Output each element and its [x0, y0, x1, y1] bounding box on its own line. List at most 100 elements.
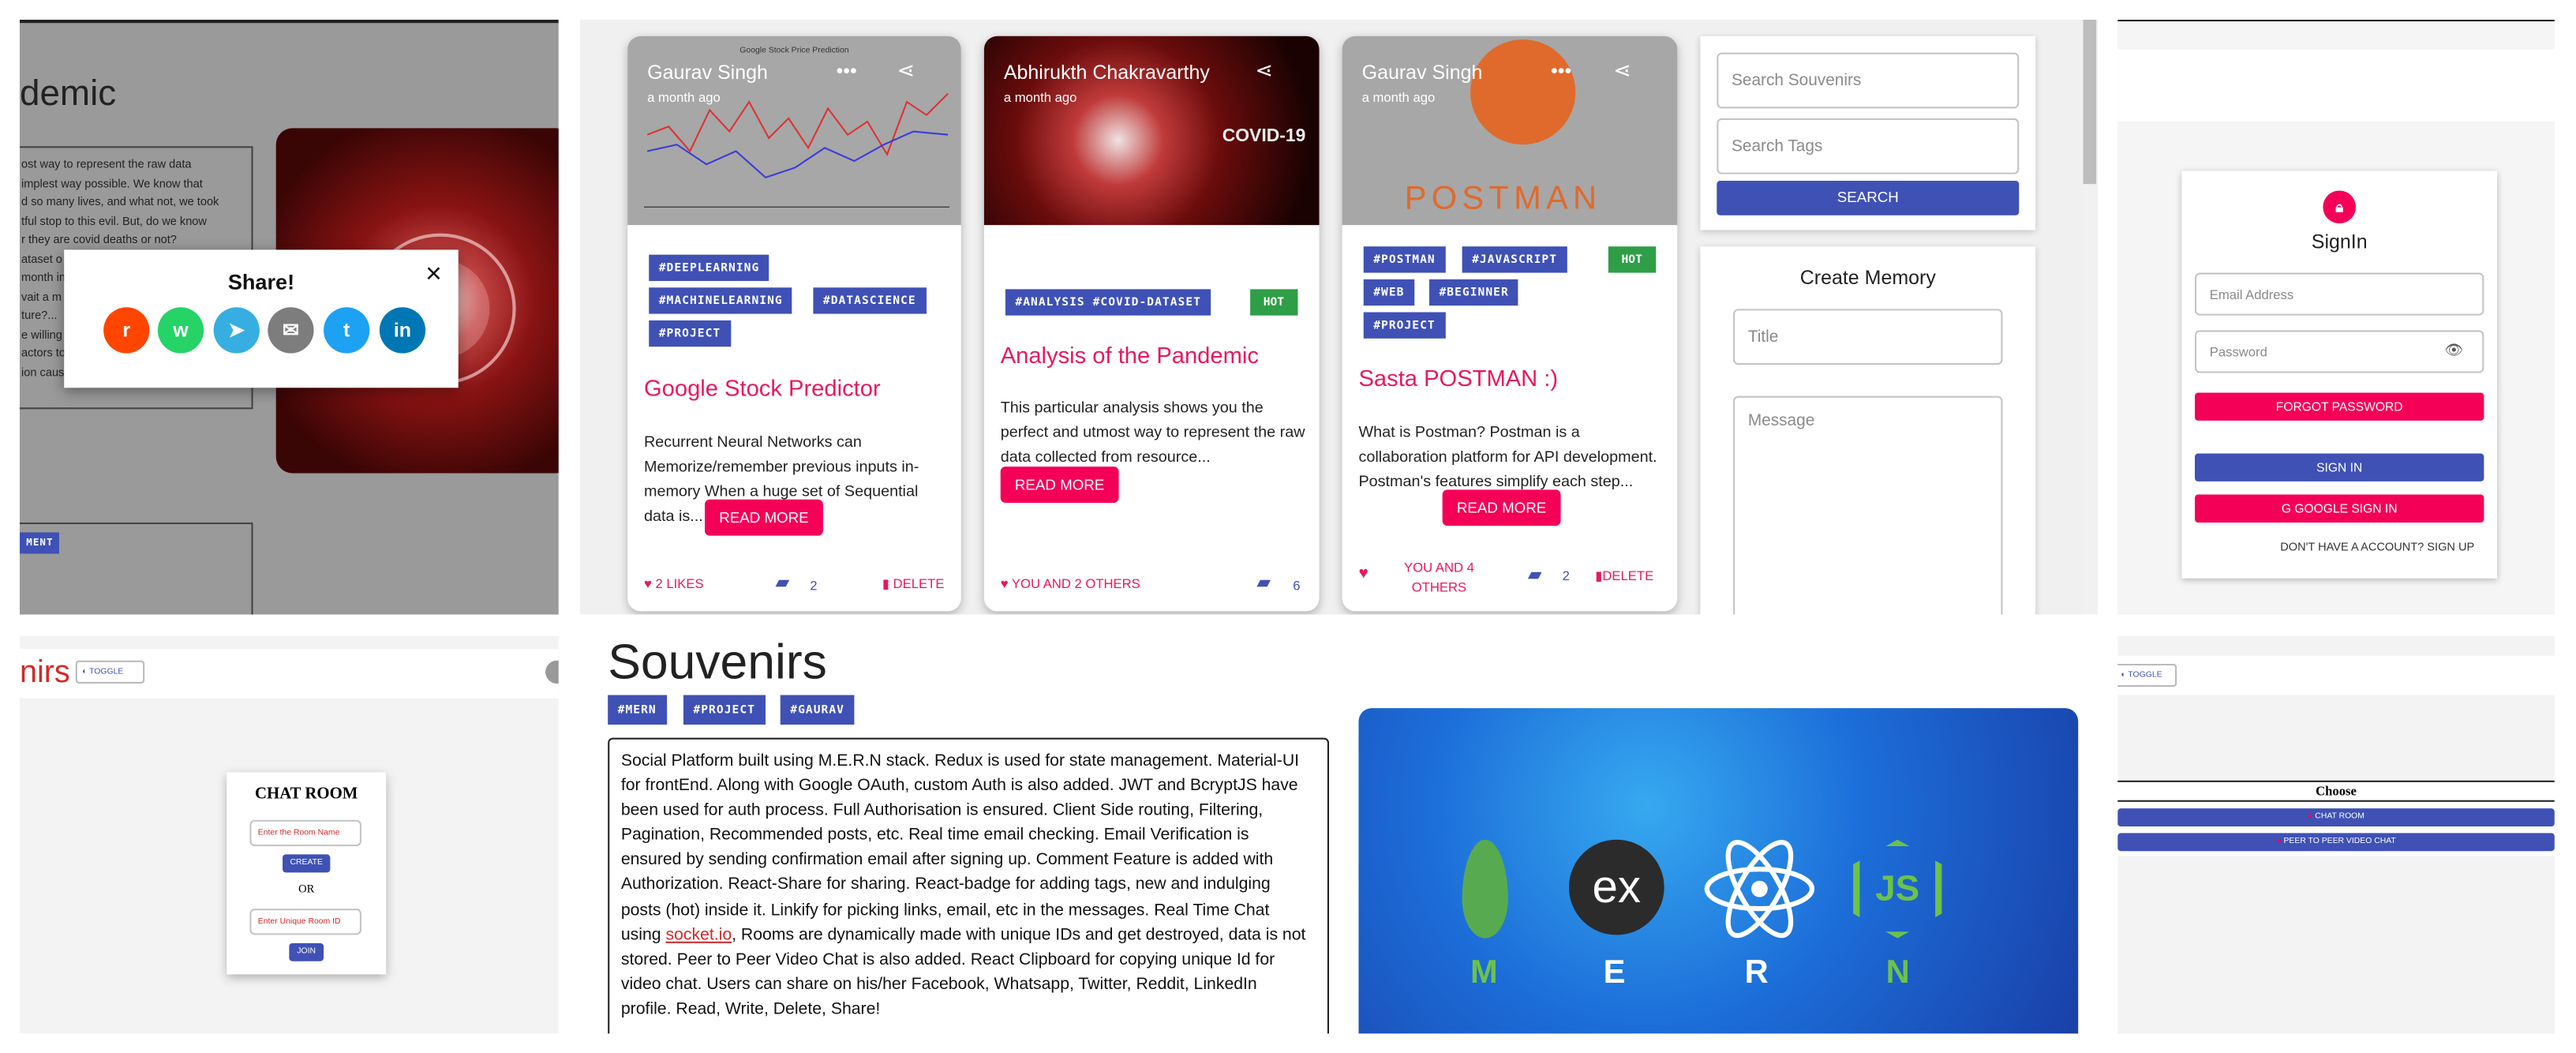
close-icon[interactable]: ×	[425, 258, 442, 291]
choose-title: Choose	[2316, 783, 2357, 799]
post-image: Google Stock Price Prediction Gaurav Sin…	[627, 36, 961, 226]
create-room-button[interactable]: CREATE	[283, 854, 331, 873]
like-count: YOU AND 4 OTHERS	[1391, 559, 1487, 598]
heart-icon[interactable]: ♥	[1358, 565, 1368, 583]
divider	[2117, 780, 2555, 782]
email-share-icon[interactable]: ✉	[268, 307, 314, 354]
signin-title: SignIn	[2311, 230, 2368, 253]
desc-text: , Rooms are dynamically made with unique…	[732, 926, 1306, 945]
forgot-password-button[interactable]: FORGOT PASSWORD	[2195, 392, 2484, 421]
text-line: d so many lives, and what not, we took	[21, 197, 219, 209]
chat-panel: nirs ◐ TOGGLE CHAT ROOM Enter the Room N…	[19, 635, 559, 1034]
share-title: Share!	[227, 269, 295, 294]
title-input[interactable]: Title	[1733, 309, 2003, 365]
signin-panel: 🔒︎ SignIn Email Address Password 👁︎ FORG…	[2117, 19, 2555, 615]
toggle-button[interactable]: ◐ TOGGLE	[2117, 663, 2177, 688]
toggle-button[interactable]: ◐ TOGGLE	[75, 660, 145, 684]
comment-count: 2	[1562, 568, 1570, 583]
twitter-share-icon[interactable]: t	[324, 307, 370, 354]
delete-label: DELETE	[1602, 568, 1654, 583]
share-icon[interactable]: ⋖	[897, 58, 915, 84]
post-title[interactable]: Analysis of the Pandemic	[1001, 342, 1259, 368]
message-input[interactable]: Message	[1733, 395, 2003, 615]
tag-chip: #MACHINELEARNING	[649, 287, 793, 314]
reddit-share-icon[interactable]: r	[103, 307, 150, 354]
post-title[interactable]: Google Stock Predictor	[644, 375, 881, 401]
chat-room-title: CHAT ROOM	[254, 785, 358, 804]
telegram-share-icon[interactable]: ➤	[213, 307, 260, 354]
more-icon[interactable]: •••	[837, 59, 857, 82]
read-more-button[interactable]: READ MORE	[705, 499, 823, 536]
comment-icon[interactable]: ▰	[1528, 564, 1542, 585]
password-field[interactable]: Password	[2195, 330, 2484, 373]
video-chat-option[interactable]: ● PEER TO PEER VIDEO CHAT	[2117, 833, 2555, 852]
post-body: What is Postman? Postman is a collaborat…	[1358, 424, 1657, 492]
post-time: a month ago	[1003, 90, 1077, 106]
more-icon[interactable]: •••	[1551, 59, 1571, 82]
post-card: POSTMAN Gaurav Singh a month ago ••• ⋖ #…	[1342, 36, 1678, 612]
search-button[interactable]: SEARCH	[1717, 180, 2020, 215]
create-memory-title: Create Memory	[1799, 266, 1936, 290]
text-line: for frontEnd. Along with Google OAuth, c…	[620, 777, 1298, 796]
hot-badge: HOT	[1250, 289, 1297, 316]
post-image: POSTMAN Gaurav Singh a month ago ••• ⋖	[1342, 36, 1678, 226]
tag-chip: #MERN	[608, 695, 667, 725]
text-line: been used for auth process. Full Authori…	[620, 802, 1264, 821]
tag-chip: #ANALYSIS #COVID-DATASET	[1005, 289, 1211, 316]
tag-chip: #GAURAV	[780, 695, 855, 725]
delete-button[interactable]: ▮ DELETE	[882, 577, 945, 592]
scrollbar[interactable]	[2083, 19, 2097, 615]
eye-icon[interactable]: 👁︎	[2444, 342, 2463, 360]
mern-letter: N	[1885, 954, 1910, 991]
linkedin-share-icon[interactable]: in	[379, 307, 426, 354]
project-description: Social Platform built using M.E.R.N stac…	[608, 737, 1330, 1034]
google-signin-button[interactable]: G GOOGLE SIGN IN	[2195, 494, 2484, 523]
comment-button[interactable]: MENT	[19, 532, 60, 554]
post-author: Gaurav Singh	[1361, 61, 1483, 84]
delete-button[interactable]: ▮DELETE	[1595, 568, 1653, 583]
tag-chip: #PROJECT	[1363, 312, 1446, 339]
choose-panel: ◐ TOGGLE Choose ● CHAT ROOM ● PEER TO PE…	[2117, 635, 2555, 1034]
read-more-button[interactable]: READ MORE	[1000, 467, 1119, 503]
mongodb-leaf-icon	[1462, 839, 1508, 939]
project-title: Souvenirs	[608, 635, 827, 691]
mern-letter: R	[1744, 954, 1769, 991]
navbar	[2117, 655, 2555, 695]
toggle-icon: ◐	[82, 667, 88, 677]
whatsapp-share-icon[interactable]: w	[157, 307, 204, 354]
room-name-input[interactable]: Enter the Room Name	[249, 819, 361, 847]
desc-text: using	[620, 926, 666, 945]
room-id-input[interactable]: Enter Unique Room ID	[249, 909, 361, 935]
read-more-button[interactable]: READ MORE	[1442, 489, 1561, 526]
search-tags-input[interactable]: Search Tags	[1717, 118, 2020, 174]
socket-io-link[interactable]: socket.io	[665, 926, 732, 944]
delete-label: DELETE	[893, 576, 945, 592]
signin-card: 🔒︎ SignIn Email Address Password 👁︎ FORG…	[2181, 171, 2498, 579]
search-souvenirs-input[interactable]: Search Souvenirs	[1717, 52, 2020, 109]
comment-icon[interactable]: ▰	[1256, 571, 1271, 593]
scrollbar-thumb[interactable]	[2083, 19, 2097, 185]
share-icon[interactable]: ⋖	[1255, 58, 1273, 84]
text-line: Social Platform built using M.E.R.N stac…	[620, 752, 1300, 771]
chat-room-option[interactable]: ● CHAT ROOM	[2117, 808, 2555, 827]
share-icon[interactable]: ⋖	[1613, 58, 1631, 84]
react-atom-icon	[1704, 839, 1815, 939]
like-button[interactable]: ♥ YOU AND 2 OTHERS	[1001, 577, 1140, 592]
tag-chip: #DATASCIENCE	[813, 287, 927, 314]
post-title[interactable]: Sasta POSTMAN :)	[1358, 365, 1558, 391]
heart-icon: ♥	[1000, 576, 1009, 592]
comment-icon[interactable]: ▰	[776, 571, 790, 593]
email-field[interactable]: Email Address	[2195, 272, 2484, 316]
like-button[interactable]: ♥ 2 LIKES	[644, 577, 704, 592]
chat-room-card: CHAT ROOM Enter the Room Name CREATE OR …	[227, 772, 387, 975]
brand-title: nirs	[19, 655, 70, 691]
tag-chip: #WEB	[1363, 279, 1414, 306]
text-line: Authorization. React-Share for sharing. …	[620, 876, 1271, 895]
lock-icon: 🔒︎	[2323, 190, 2357, 224]
signup-link[interactable]: DON'T HAVE A ACCOUNT? SIGN UP	[2280, 542, 2474, 554]
post-author: Abhirukth Chakravarthy	[1003, 61, 1210, 84]
covid-image-text: COVID-19	[1222, 126, 1306, 147]
tag-chip: #POSTMAN	[1363, 246, 1446, 273]
signin-button[interactable]: SIGN IN	[2195, 453, 2484, 482]
join-room-button[interactable]: JOIN	[289, 942, 324, 961]
